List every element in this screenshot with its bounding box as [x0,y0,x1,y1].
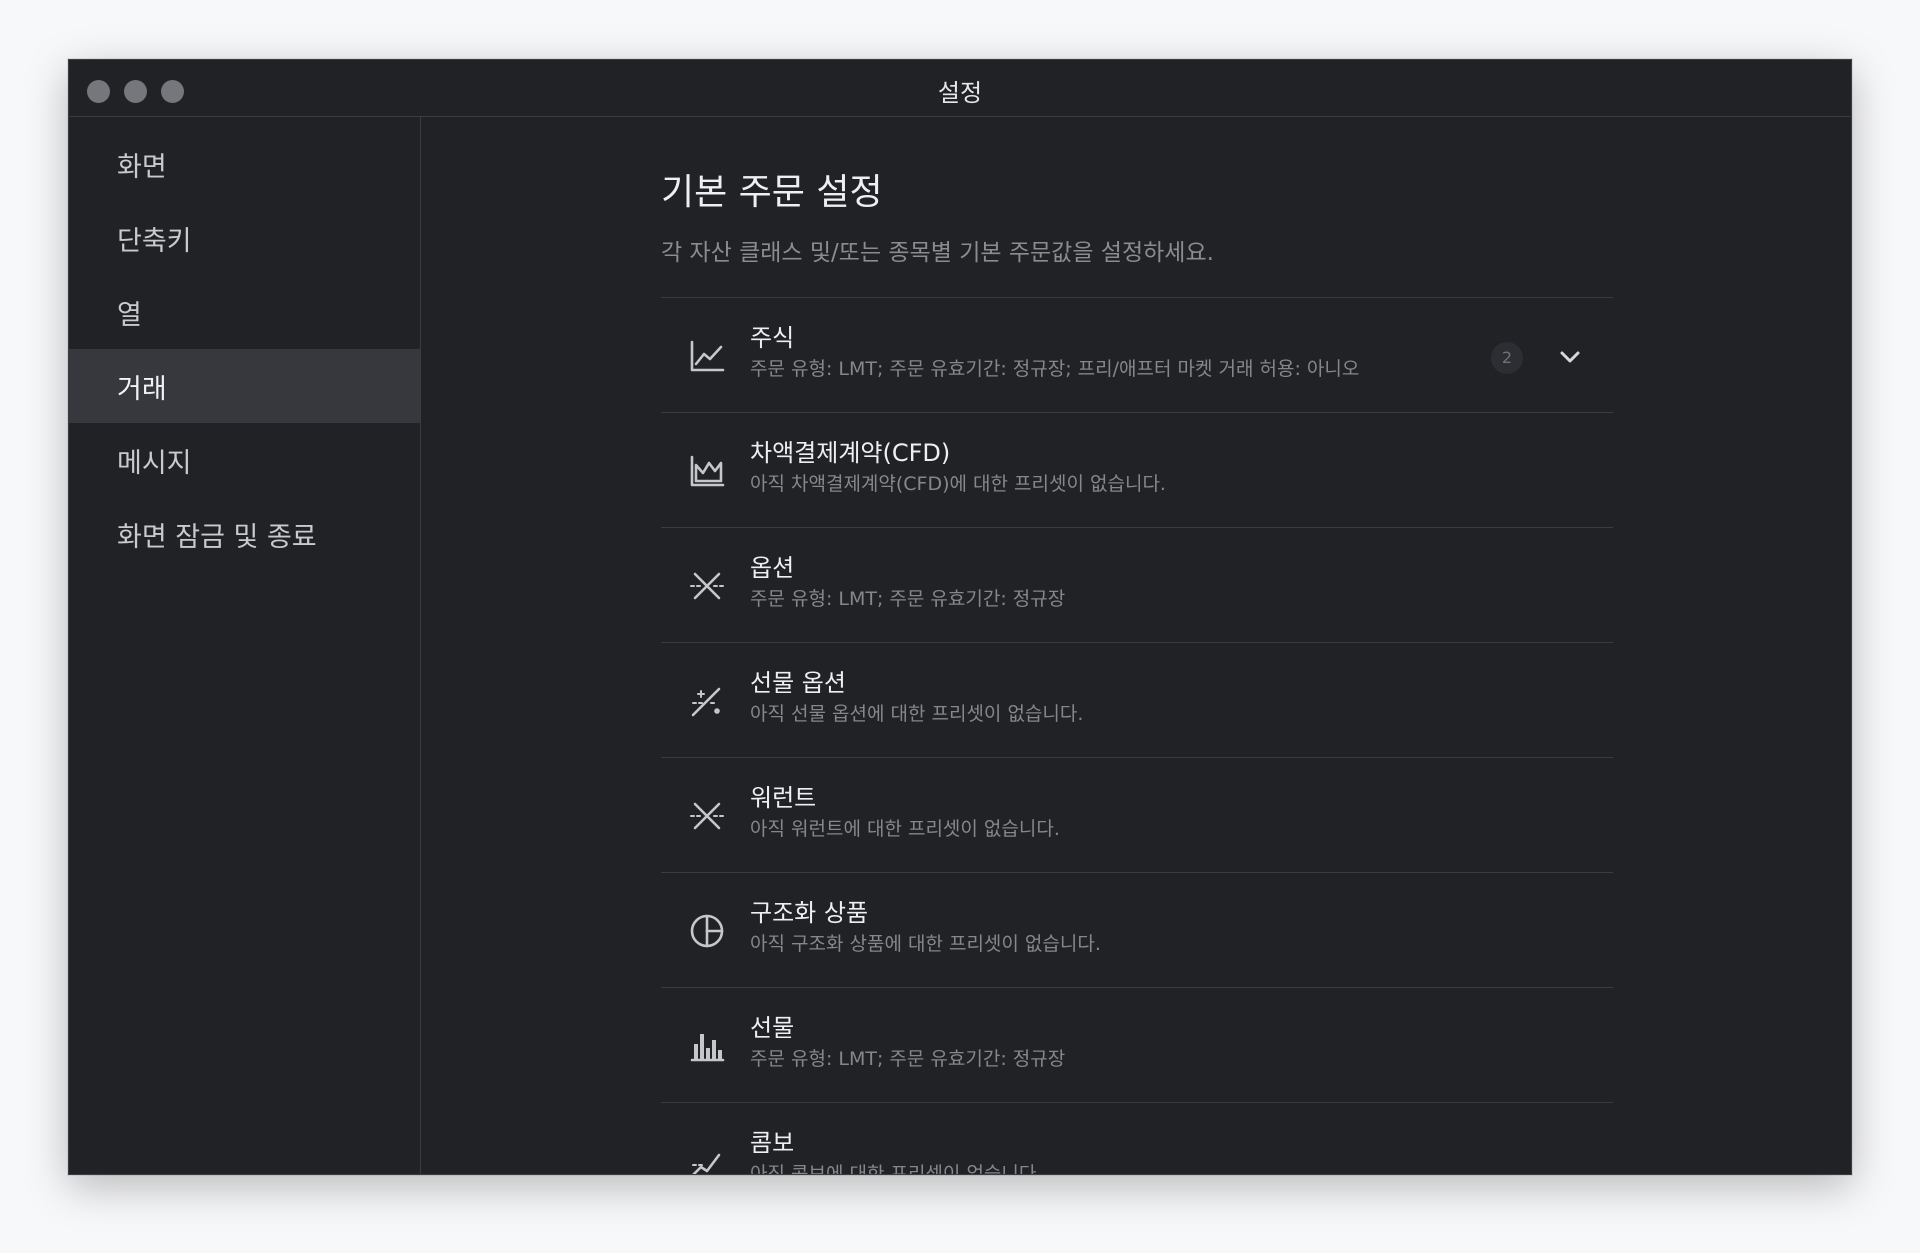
sidebar-item-columns[interactable]: 열 [69,275,420,349]
chevron-down-icon[interactable] [1555,342,1585,372]
page-title: 기본 주문 설정 [661,172,883,213]
asset-row-combo[interactable]: 콤보 아직 콤보에 대한 프리셋이 없습니다. [661,1103,1613,1174]
asset-row-options[interactable]: 옵션 주문 유형: LMT; 주문 유효기간: 정규장 [661,528,1613,643]
settings-window: 설정 화면 단축키 열 거래 메시지 화면 잠금 및 종료 기본 주문 설정 각… [68,59,1852,1175]
asset-row-futures-options[interactable]: 선물 옵션 아직 선물 옵션에 대한 프리셋이 없습니다. [661,643,1613,758]
asset-row-warrants[interactable]: 워런트 아직 워런트에 대한 프리셋이 없습니다. [661,758,1613,873]
default-order-settings: 기본 주문 설정 각 자산 클래스 및/또는 종목별 기본 주문값을 설정하세요… [661,117,1613,1174]
asset-preset-summary: 주문 유형: LMT; 주문 유효기간: 정규장; 프리/애프터 마켓 거래 허… [750,358,1360,380]
asset-preset-summary: 주문 유형: LMT; 주문 유효기간: 정규장 [750,588,1066,610]
asset-name: 옵션 [750,554,795,582]
sidebar: 화면 단축키 열 거래 메시지 화면 잠금 및 종료 [69,117,421,1174]
sidebar-item-lock-and-quit[interactable]: 화면 잠금 및 종료 [69,497,420,571]
asset-preset-summary: 주문 유형: LMT; 주문 유효기간: 정규장 [750,1048,1066,1070]
asset-name: 콤보 [750,1129,795,1157]
asset-preset-summary: 아직 차액결제계약(CFD)에 대한 프리셋이 없습니다. [750,473,1166,495]
sidebar-item-trading[interactable]: 거래 [69,349,420,423]
warrant-cross-icon [687,796,727,836]
options-cross-icon [687,566,727,606]
asset-preset-summary: 아직 선물 옵션에 대한 프리셋이 없습니다. [750,703,1084,725]
bar-chart-icon [687,1026,727,1066]
asset-name: 구조화 상품 [750,899,869,927]
sidebar-item-shortcuts[interactable]: 단축키 [69,201,420,275]
line-chart-icon [687,336,727,376]
page-description: 각 자산 클래스 및/또는 종목별 기본 주문값을 설정하세요. [661,240,1214,266]
asset-preset-summary: 아직 콤보에 대한 프리셋이 없습니다. [750,1163,1043,1174]
asset-preset-summary: 아직 워런트에 대한 프리셋이 없습니다. [750,818,1060,840]
asset-row-stocks[interactable]: 주식 주문 유형: LMT; 주문 유효기간: 정규장; 프리/애프터 마켓 거… [661,298,1613,413]
asset-row-futures[interactable]: 선물 주문 유형: LMT; 주문 유효기간: 정규장 [661,988,1613,1103]
asset-name: 선물 [750,1014,795,1042]
pie-chart-icon [687,911,727,951]
asset-name: 주식 [750,324,795,352]
futures-options-icon [687,681,727,721]
asset-name: 선물 옵션 [750,669,846,697]
asset-class-list: 주식 주문 유형: LMT; 주문 유효기간: 정규장; 프리/애프터 마켓 거… [661,297,1613,1174]
preset-count-badge: 2 [1491,342,1523,374]
asset-row-cfd[interactable]: 차액결제계약(CFD) 아직 차액결제계약(CFD)에 대한 프리셋이 없습니다… [661,413,1613,528]
title-bar: 설정 [69,60,1851,117]
main-panel: 기본 주문 설정 각 자산 클래스 및/또는 종목별 기본 주문값을 설정하세요… [421,117,1851,1174]
asset-preset-summary: 아직 구조화 상품에 대한 프리셋이 없습니다. [750,933,1101,955]
area-chart-icon [687,451,727,491]
asset-name: 차액결제계약(CFD) [750,439,951,467]
window-title: 설정 [937,79,983,107]
sidebar-item-messages[interactable]: 메시지 [69,423,420,497]
combo-icon [687,1141,727,1174]
asset-name: 워런트 [750,784,817,812]
asset-row-structured-products[interactable]: 구조화 상품 아직 구조화 상품에 대한 프리셋이 없습니다. [661,873,1613,988]
sidebar-item-display[interactable]: 화면 [69,127,420,201]
